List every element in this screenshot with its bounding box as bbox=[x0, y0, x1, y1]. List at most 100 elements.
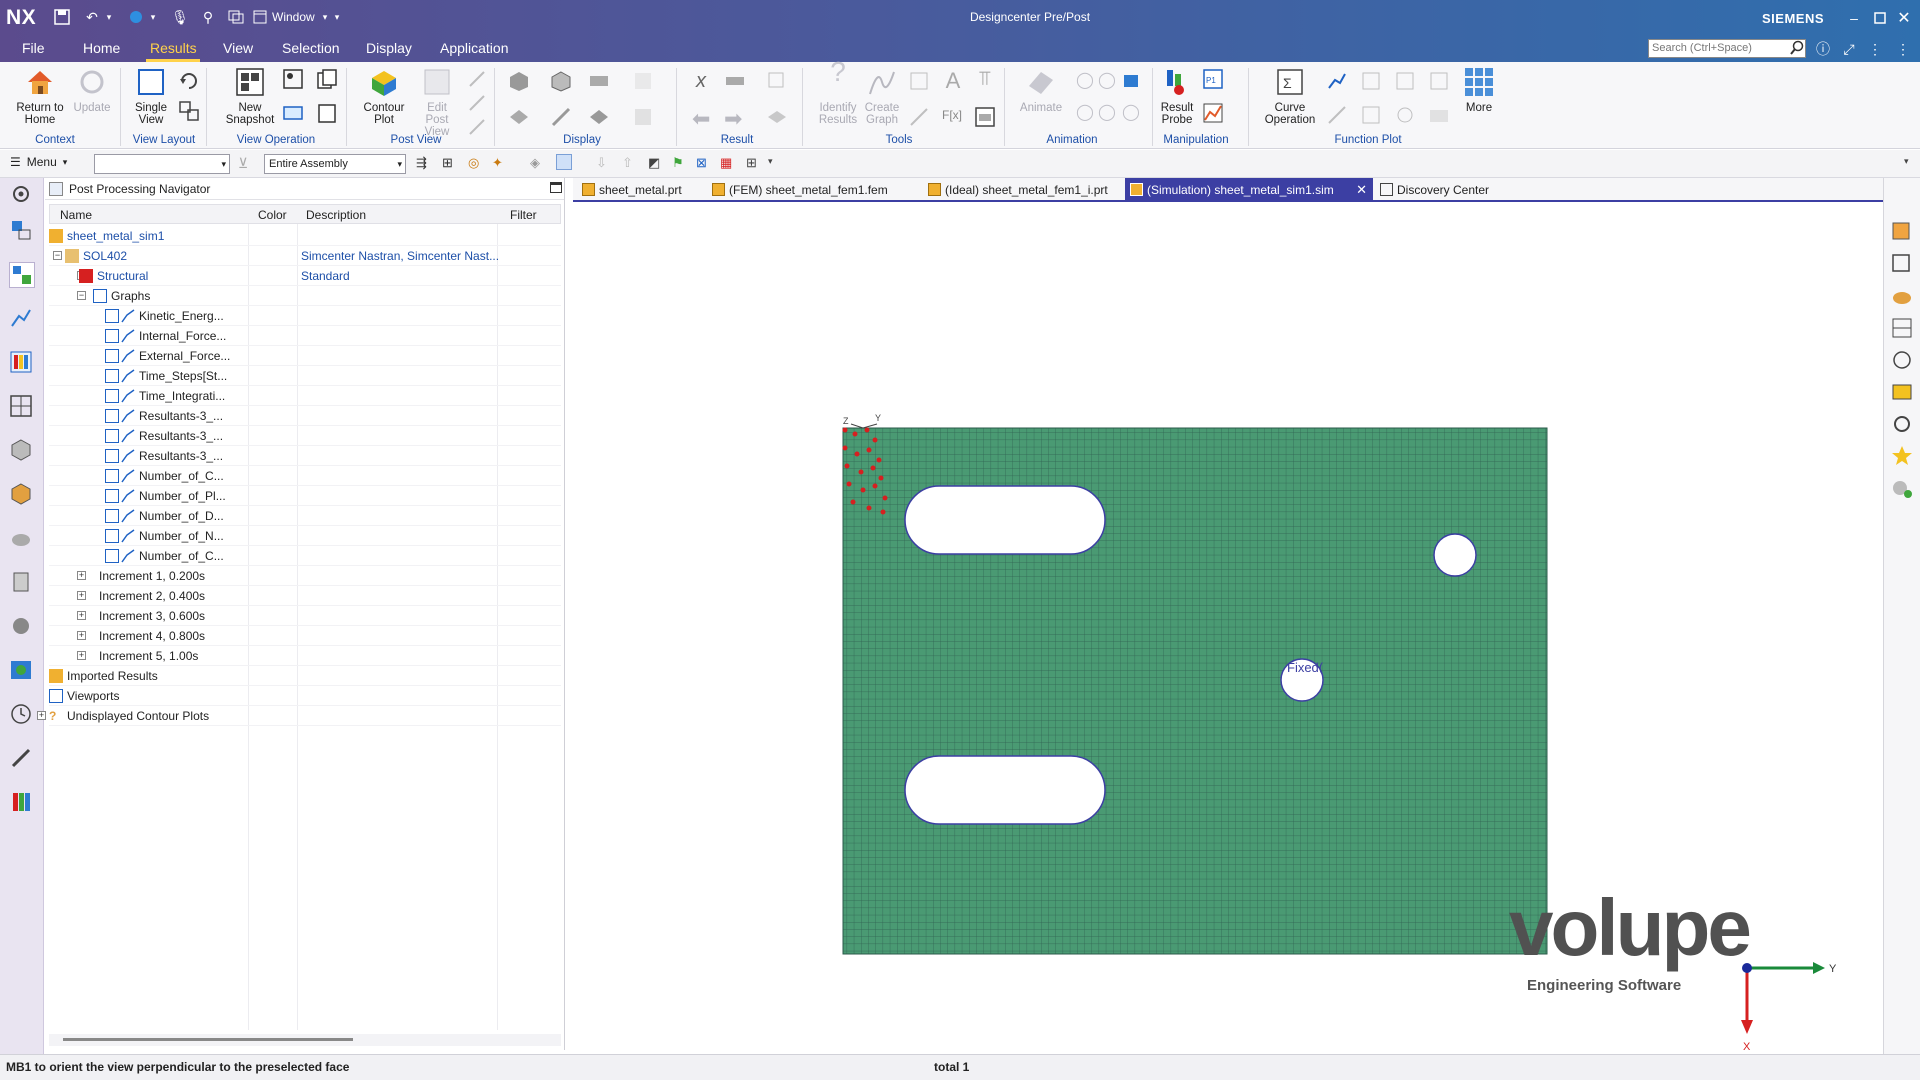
switch-window-icon[interactable] bbox=[226, 7, 246, 27]
result-probe-button[interactable]: Result Probe bbox=[1156, 66, 1198, 126]
view-grid-dropdown-icon[interactable]: ▾ bbox=[768, 156, 773, 167]
plot-add-icon[interactable] bbox=[1428, 70, 1450, 92]
table-select-icon[interactable]: ▦ bbox=[720, 155, 732, 171]
part-library-icon[interactable] bbox=[9, 438, 35, 464]
favorites-icon[interactable] bbox=[1890, 444, 1914, 468]
tree-row[interactable]: Resultants-3_... bbox=[49, 426, 561, 446]
expand-toggle-icon[interactable]: + bbox=[77, 651, 86, 660]
minimize-icon[interactable]: – bbox=[1846, 8, 1862, 28]
select-cube-icon[interactable]: ◈ bbox=[530, 155, 540, 171]
animation-settings-icon[interactable] bbox=[1122, 70, 1144, 92]
single-view-button[interactable]: Single View bbox=[126, 66, 176, 126]
fem-tools-icon[interactable] bbox=[1890, 220, 1914, 244]
palette-icon[interactable] bbox=[9, 790, 35, 816]
flag-icon[interactable]: ⚑ bbox=[672, 155, 684, 171]
tab-view[interactable]: View bbox=[223, 40, 253, 56]
post-processing-navigator-icon[interactable] bbox=[9, 262, 35, 288]
tree-row[interactable]: Number_of_D... bbox=[49, 506, 561, 526]
expand-toggle-icon[interactable]: + bbox=[77, 571, 86, 580]
layout-grid-icon[interactable] bbox=[9, 394, 35, 420]
next-result-icon[interactable]: ➡ bbox=[724, 106, 746, 131]
help-icon[interactable]: ⓘ bbox=[1814, 39, 1832, 59]
history-icon[interactable] bbox=[9, 306, 35, 332]
create-graph-button[interactable]: Create Graph bbox=[862, 66, 902, 126]
select-add-icon[interactable]: ✦ bbox=[492, 155, 503, 171]
grid-select-icon[interactable]: ⊠ bbox=[696, 155, 707, 171]
column-name[interactable]: Name bbox=[60, 208, 92, 222]
tab-simulation-file[interactable]: (Simulation) sheet_metal_sim1.sim ✕ bbox=[1125, 178, 1373, 202]
add-tool-icon[interactable] bbox=[1890, 476, 1914, 500]
tree-row[interactable]: Number_of_N... bbox=[49, 526, 561, 546]
play-icon[interactable]: ◯ bbox=[1076, 70, 1098, 92]
plot-function-icon[interactable] bbox=[1326, 70, 1348, 92]
identify-results-button[interactable]: ? Identify Results bbox=[810, 58, 866, 127]
window-icon[interactable] bbox=[252, 7, 268, 27]
probe-table-icon[interactable]: P1 bbox=[1202, 68, 1224, 90]
display-marker-icon[interactable] bbox=[550, 106, 572, 128]
tree-row[interactable]: Time_Steps[St... bbox=[49, 366, 561, 386]
slot-cutout[interactable] bbox=[904, 755, 1106, 825]
tree-row[interactable]: sheet_metal_sim1 bbox=[49, 226, 561, 246]
tab-discovery-center[interactable]: Discovery Center bbox=[1375, 178, 1505, 202]
layer-tools-icon[interactable] bbox=[1890, 380, 1914, 404]
align-icon[interactable]: ◩ bbox=[648, 155, 660, 171]
tools-node-icon[interactable] bbox=[908, 70, 930, 92]
tree-row[interactable]: + Increment 2, 0.400s bbox=[49, 586, 561, 606]
update-button[interactable]: Update bbox=[72, 66, 112, 114]
up-arrow-icon[interactable]: ⇧ bbox=[622, 155, 633, 171]
tree-row[interactable]: Number_of_C... bbox=[49, 466, 561, 486]
result-layer-icon[interactable] bbox=[766, 106, 788, 128]
down-arrow-icon[interactable]: ⇩ bbox=[596, 155, 607, 171]
tools-report-icon[interactable] bbox=[974, 106, 996, 128]
tools-text-icon[interactable]: A bbox=[942, 68, 964, 93]
ribbon-more-icon[interactable]: ⋮ bbox=[1894, 39, 1912, 59]
plot-overlay-icon[interactable] bbox=[1360, 70, 1382, 92]
display-deformed-icon[interactable] bbox=[508, 106, 530, 128]
tab-results[interactable]: Results bbox=[150, 40, 197, 56]
search-icon[interactable] bbox=[1790, 40, 1806, 57]
result-formula-icon[interactable]: x bbox=[690, 70, 712, 92]
history-clock-icon[interactable] bbox=[9, 702, 35, 728]
cycle-tools-icon[interactable] bbox=[1890, 348, 1914, 372]
microphone-icon[interactable]: 🎙 bbox=[170, 7, 190, 27]
save-icon[interactable] bbox=[52, 7, 72, 27]
tree-row[interactable]: Imported Results bbox=[49, 666, 561, 686]
display-shaded-icon[interactable] bbox=[508, 70, 530, 92]
filter-icon[interactable]: ⊻ bbox=[238, 155, 248, 172]
display-style-icon[interactable] bbox=[588, 70, 610, 92]
expand-toggle-icon[interactable]: + bbox=[77, 631, 86, 640]
ribbon-options-icon[interactable]: ⋮ bbox=[1866, 39, 1884, 59]
post-view-tool-icon[interactable] bbox=[466, 116, 488, 138]
tree-row[interactable]: Resultants-3_... bbox=[49, 406, 561, 426]
simulation-navigator-icon[interactable] bbox=[9, 218, 35, 244]
plot-fit-icon[interactable] bbox=[1326, 104, 1348, 126]
settings-tools-icon[interactable] bbox=[1890, 412, 1914, 436]
tab-ideal-part[interactable]: (Ideal) sheet_metal_fem1_i.prt bbox=[923, 178, 1121, 202]
tools-marker-icon[interactable]: ⫪ bbox=[974, 68, 996, 90]
select-body-icon[interactable] bbox=[556, 154, 572, 170]
pause-icon[interactable]: ◯ bbox=[1098, 70, 1120, 92]
tree-row[interactable]: Number_of_Pl... bbox=[49, 486, 561, 506]
refresh-views-icon[interactable] bbox=[178, 70, 200, 92]
record-icon[interactable] bbox=[126, 7, 146, 27]
horizontal-scrollbar[interactable] bbox=[49, 1034, 561, 1046]
snap-point-icon[interactable]: ⇶ bbox=[416, 155, 427, 171]
view-grid-icon[interactable]: ⊞ bbox=[746, 155, 757, 171]
column-description[interactable]: Description bbox=[306, 208, 366, 222]
mesh-tools-icon[interactable] bbox=[1890, 252, 1914, 276]
tree-row[interactable]: Viewports bbox=[49, 686, 561, 706]
plot-probe-icon[interactable] bbox=[1394, 104, 1416, 126]
tools-link-icon[interactable] bbox=[908, 106, 930, 128]
graphics-window[interactable]: sheet_metal.prt (FEM) sheet_metal_fem1.f… bbox=[573, 178, 1906, 1054]
tree-row[interactable]: + Increment 5, 1.00s bbox=[49, 646, 561, 666]
tools-icon[interactable] bbox=[9, 746, 35, 772]
tab-selection[interactable]: Selection bbox=[282, 40, 340, 56]
role-icon[interactable] bbox=[9, 570, 35, 596]
touch-mode-icon[interactable]: ⚲ bbox=[198, 7, 218, 27]
tree-row[interactable]: − SOL402 Simcenter Nastran, Simcenter Nast… bbox=[49, 246, 561, 266]
display-cube-icon[interactable] bbox=[632, 106, 654, 128]
expand-toggle-icon[interactable]: − bbox=[53, 251, 62, 260]
analysis-tools-icon[interactable] bbox=[1890, 284, 1914, 308]
expand-toggle-icon[interactable]: − bbox=[77, 291, 86, 300]
tab-home[interactable]: Home bbox=[83, 40, 120, 56]
